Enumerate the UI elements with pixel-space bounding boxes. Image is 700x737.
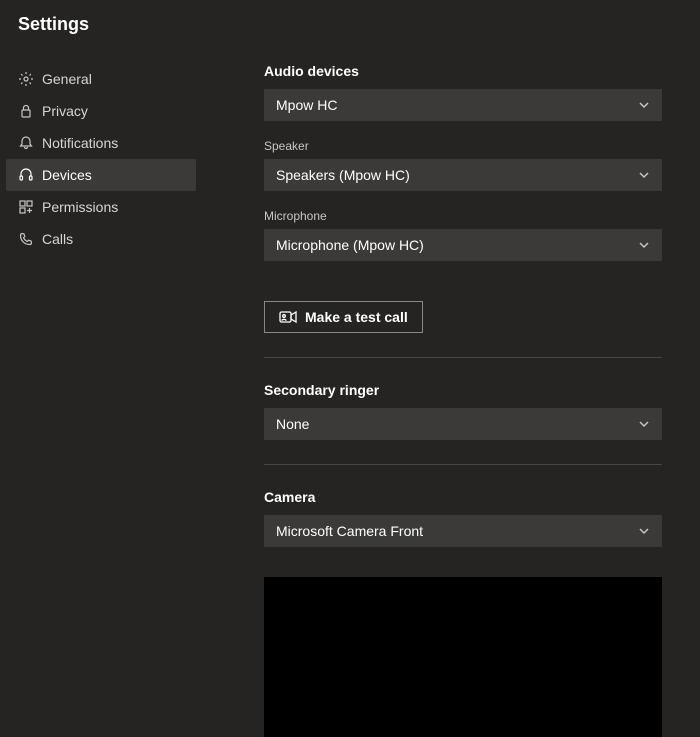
microphone-select[interactable]: Microphone (Mpow HC) bbox=[264, 229, 662, 261]
lock-icon bbox=[18, 103, 34, 119]
secondary-ringer-section: Secondary ringer None bbox=[264, 382, 700, 440]
headset-icon bbox=[18, 167, 34, 183]
microphone-value: Microphone (Mpow HC) bbox=[276, 237, 424, 253]
audio-devices-heading: Audio devices bbox=[264, 63, 700, 79]
sidebar-item-label: Devices bbox=[42, 167, 92, 183]
camera-select[interactable]: Microsoft Camera Front bbox=[264, 515, 662, 547]
sidebar-item-privacy[interactable]: Privacy bbox=[6, 95, 196, 127]
phone-icon bbox=[18, 231, 34, 247]
speaker-value: Speakers (Mpow HC) bbox=[276, 167, 410, 183]
camera-heading: Camera bbox=[264, 489, 700, 505]
app-icon bbox=[18, 199, 34, 215]
sidebar-item-label: Permissions bbox=[42, 199, 118, 215]
chevron-down-icon bbox=[638, 525, 650, 537]
camera-preview bbox=[264, 577, 662, 737]
settings-layout: General Privacy Notifications Devices Pe… bbox=[0, 63, 700, 737]
divider bbox=[264, 357, 662, 358]
audio-device-value: Mpow HC bbox=[276, 97, 337, 113]
chevron-down-icon bbox=[638, 169, 650, 181]
divider bbox=[264, 464, 662, 465]
test-call-label: Make a test call bbox=[305, 309, 408, 325]
sidebar-item-devices[interactable]: Devices bbox=[6, 159, 196, 191]
camera-section: Camera Microsoft Camera Front bbox=[264, 489, 700, 737]
sidebar-item-label: Calls bbox=[42, 231, 73, 247]
test-call-icon bbox=[279, 310, 297, 324]
camera-value: Microsoft Camera Front bbox=[276, 523, 423, 539]
secondary-ringer-heading: Secondary ringer bbox=[264, 382, 700, 398]
sidebar-item-permissions[interactable]: Permissions bbox=[6, 191, 196, 223]
speaker-label: Speaker bbox=[264, 139, 700, 153]
sidebar-item-general[interactable]: General bbox=[6, 63, 196, 95]
secondary-ringer-value: None bbox=[276, 416, 309, 432]
settings-content: Audio devices Mpow HC Speaker Speakers (… bbox=[210, 63, 700, 737]
sidebar-item-calls[interactable]: Calls bbox=[6, 223, 196, 255]
gear-icon bbox=[18, 71, 34, 87]
microphone-label: Microphone bbox=[264, 209, 700, 223]
make-test-call-button[interactable]: Make a test call bbox=[264, 301, 423, 333]
bell-icon bbox=[18, 135, 34, 151]
chevron-down-icon bbox=[638, 239, 650, 251]
chevron-down-icon bbox=[638, 99, 650, 111]
speaker-select[interactable]: Speakers (Mpow HC) bbox=[264, 159, 662, 191]
sidebar-item-label: General bbox=[42, 71, 92, 87]
chevron-down-icon bbox=[638, 418, 650, 430]
secondary-ringer-select[interactable]: None bbox=[264, 408, 662, 440]
sidebar-item-label: Notifications bbox=[42, 135, 118, 151]
sidebar: General Privacy Notifications Devices Pe… bbox=[0, 63, 210, 737]
sidebar-item-notifications[interactable]: Notifications bbox=[6, 127, 196, 159]
sidebar-item-label: Privacy bbox=[42, 103, 88, 119]
page-title: Settings bbox=[0, 0, 700, 35]
audio-devices-section: Audio devices Mpow HC Speaker Speakers (… bbox=[264, 63, 700, 333]
audio-device-select[interactable]: Mpow HC bbox=[264, 89, 662, 121]
